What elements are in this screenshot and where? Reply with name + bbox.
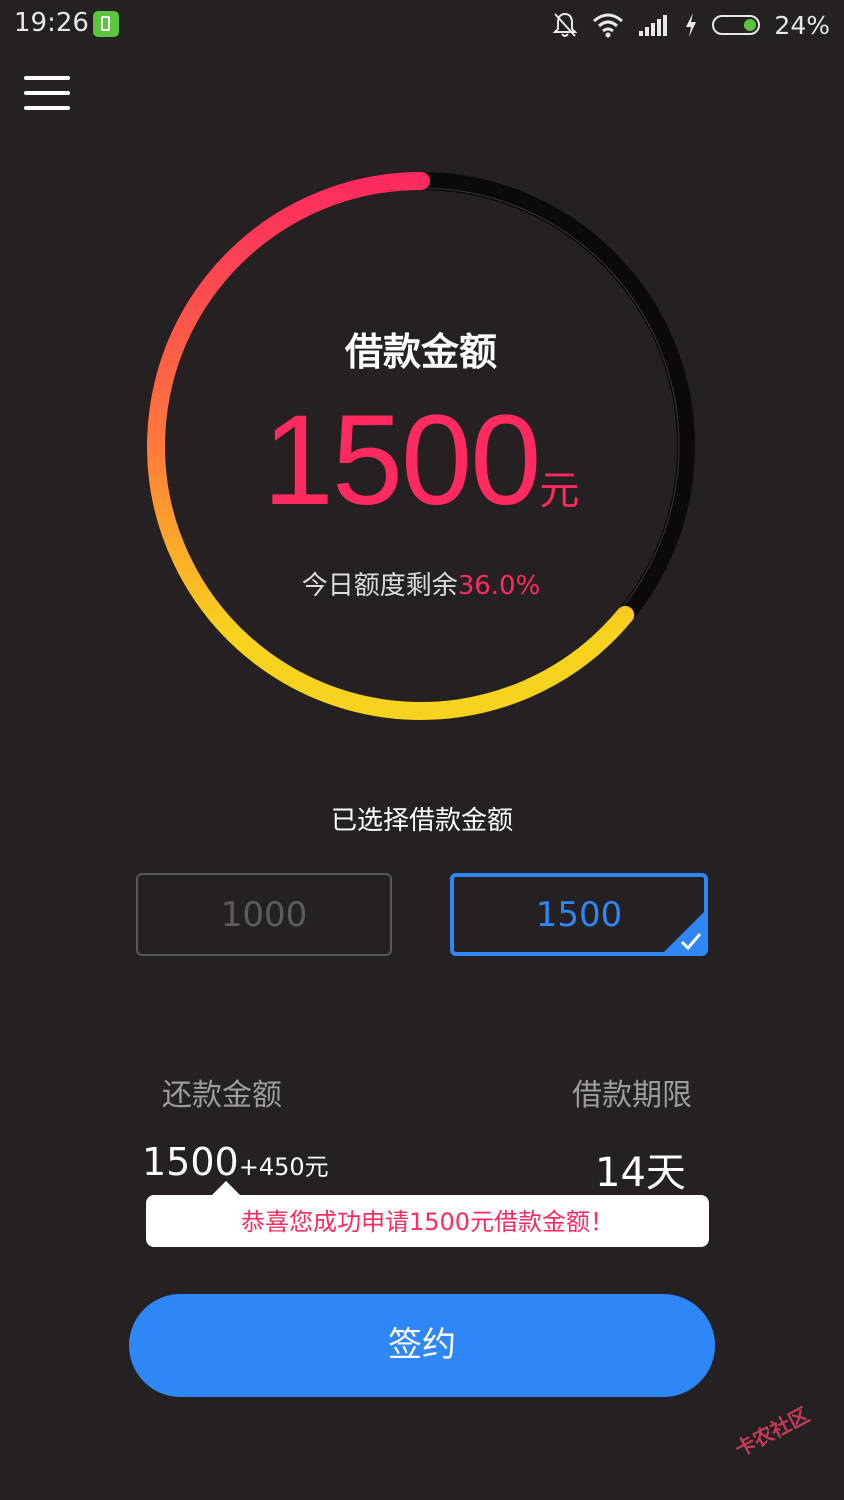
amount-option-label: 1000 (220, 895, 308, 935)
wifi-icon (593, 13, 624, 38)
success-toast: 恭喜您成功申请1500元借款金额！ (146, 1195, 709, 1247)
remaining-quota: 今日额度剩余36.0% (142, 565, 700, 602)
amount-option-1500[interactable]: 1500 (450, 873, 708, 956)
selected-check-icon (662, 910, 706, 954)
loan-term-value: 14天 (595, 1150, 686, 1196)
repayment-amount-label: 还款金额 (162, 1078, 282, 1113)
status-icons: 24% (552, 8, 830, 42)
battery-icon (712, 15, 761, 35)
status-bar: 19:26 24% (0, 0, 844, 50)
loan-amount-title: 借款金额 (344, 330, 497, 374)
remaining-quota-value: 36.0% (457, 571, 541, 601)
charging-icon (686, 13, 697, 37)
amount-option-1000[interactable]: 1000 (136, 873, 392, 956)
status-time: 19:26 (14, 8, 89, 38)
menu-icon[interactable] (24, 76, 70, 112)
loan-amount-value: 1500 (262, 389, 542, 532)
sign-button[interactable]: 签约 (129, 1294, 715, 1397)
loan-amount: 1500元 (142, 387, 700, 534)
mute-bell-icon (553, 12, 578, 37)
signal-icon (639, 15, 668, 36)
remaining-quota-label: 今日额度剩余 (301, 571, 458, 601)
loan-amount-unit: 元 (539, 468, 580, 514)
amount-option-label: 1500 (535, 895, 623, 935)
gauge-content: 借款金额 1500元 今日额度剩余36.0% (142, 167, 700, 725)
battery-percent: 24% (774, 10, 830, 40)
repayment-amount-value: 1500+450元 (142, 1140, 329, 1184)
repayment-principal: 1500 (142, 1140, 239, 1184)
selected-amount-label: 已选择借款金额 (330, 806, 513, 836)
toast-pointer (211, 1181, 241, 1196)
loan-term-label: 借款期限 (572, 1078, 692, 1113)
watermark-logo: 卡农社区 (731, 1402, 813, 1462)
repayment-interest: +450元 (238, 1153, 329, 1181)
sim-card-icon (93, 11, 119, 37)
